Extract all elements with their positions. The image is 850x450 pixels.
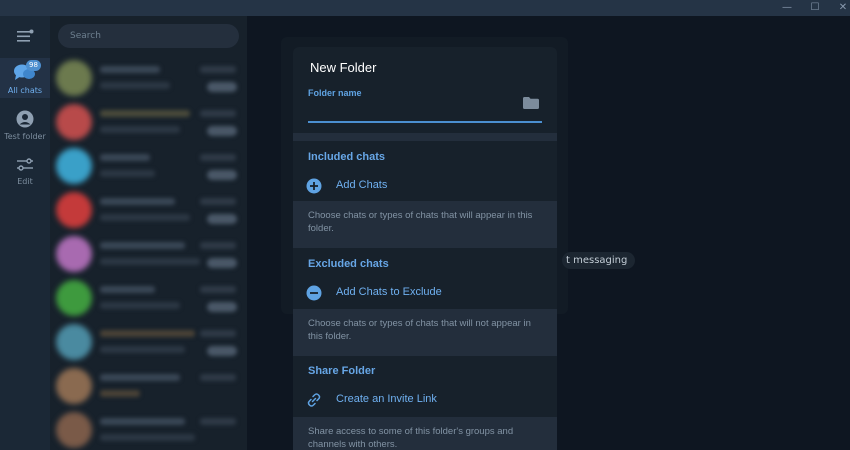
share-folder-title: Share Folder xyxy=(308,365,376,377)
excluded-chats-title: Excluded chats xyxy=(308,258,389,270)
chat-list-item[interactable] xyxy=(50,232,247,276)
hamburger-menu-icon xyxy=(17,29,34,42)
folder-test-folder-label: Test folder xyxy=(4,132,46,141)
plus-circle-icon xyxy=(306,178,322,194)
chat-list-item[interactable] xyxy=(50,144,247,188)
create-invite-link-label: Create an Invite Link xyxy=(336,393,437,405)
close-window-button[interactable]: ✕ xyxy=(828,0,850,16)
maximize-button[interactable]: ☐ xyxy=(800,0,830,16)
share-folder-hint: Share access to some of this folder's gr… xyxy=(293,417,557,450)
minimize-button[interactable]: — xyxy=(772,0,802,16)
folder-name-label: Folder name xyxy=(308,88,362,98)
excluded-chats-hint: Choose chats or types of chats that will… xyxy=(293,309,557,356)
minus-circle-icon xyxy=(306,285,322,301)
add-chats-to-exclude-label: Add Chats to Exclude xyxy=(336,286,442,298)
avatar xyxy=(56,280,92,316)
select-chat-pill: t messaging xyxy=(562,252,636,269)
included-chats-title: Included chats xyxy=(308,151,386,163)
chat-list-item[interactable] xyxy=(50,188,247,232)
chat-list-item[interactable] xyxy=(50,100,247,144)
add-chats-label: Add Chats xyxy=(336,179,388,191)
unread-badge: 98 xyxy=(26,60,41,71)
chat-list-item[interactable] xyxy=(50,364,247,408)
edit-folders-label: Edit xyxy=(17,177,33,186)
avatar xyxy=(56,236,92,272)
person-icon xyxy=(16,110,34,128)
chat-list-item[interactable] xyxy=(50,276,247,320)
search-input[interactable]: Search xyxy=(58,24,239,48)
avatar xyxy=(56,60,92,96)
avatar xyxy=(56,148,92,184)
section-divider xyxy=(293,133,557,141)
folder-all-chats-label: All chats xyxy=(7,86,43,95)
edit-folders-button[interactable]: Edit xyxy=(0,154,50,190)
folder-name-input[interactable] xyxy=(308,103,542,121)
link-icon xyxy=(307,393,321,407)
avatar xyxy=(56,412,92,448)
folder-icon[interactable] xyxy=(523,97,539,109)
chat-list-item[interactable] xyxy=(50,56,247,100)
title-bar: — ☐ ✕ xyxy=(0,0,850,16)
add-chats-button[interactable]: Add Chats xyxy=(293,173,557,199)
folder-name-underline xyxy=(308,121,542,123)
folder-all-chats[interactable]: 98 All chats xyxy=(0,58,50,98)
chat-list-item[interactable] xyxy=(50,408,247,450)
folder-rail: 98 All chats Test folder Edit xyxy=(0,16,50,450)
new-folder-dialog: New Folder Folder name Included chats Ad… xyxy=(293,47,557,450)
menu-button[interactable] xyxy=(0,24,50,48)
avatar xyxy=(56,324,92,360)
chat-list: Search xyxy=(50,16,247,450)
included-chats-hint: Choose chats or types of chats that will… xyxy=(293,201,557,248)
create-invite-link-button[interactable]: Create an Invite Link xyxy=(293,387,557,413)
chat-list-item[interactable] xyxy=(50,320,247,364)
avatar xyxy=(56,104,92,140)
sliders-icon xyxy=(17,158,33,171)
folder-test-folder[interactable]: Test folder xyxy=(0,106,50,146)
dialog-title: New Folder xyxy=(310,60,377,75)
avatar xyxy=(56,368,92,404)
avatar xyxy=(56,192,92,228)
add-chats-to-exclude-button[interactable]: Add Chats to Exclude xyxy=(293,280,557,306)
